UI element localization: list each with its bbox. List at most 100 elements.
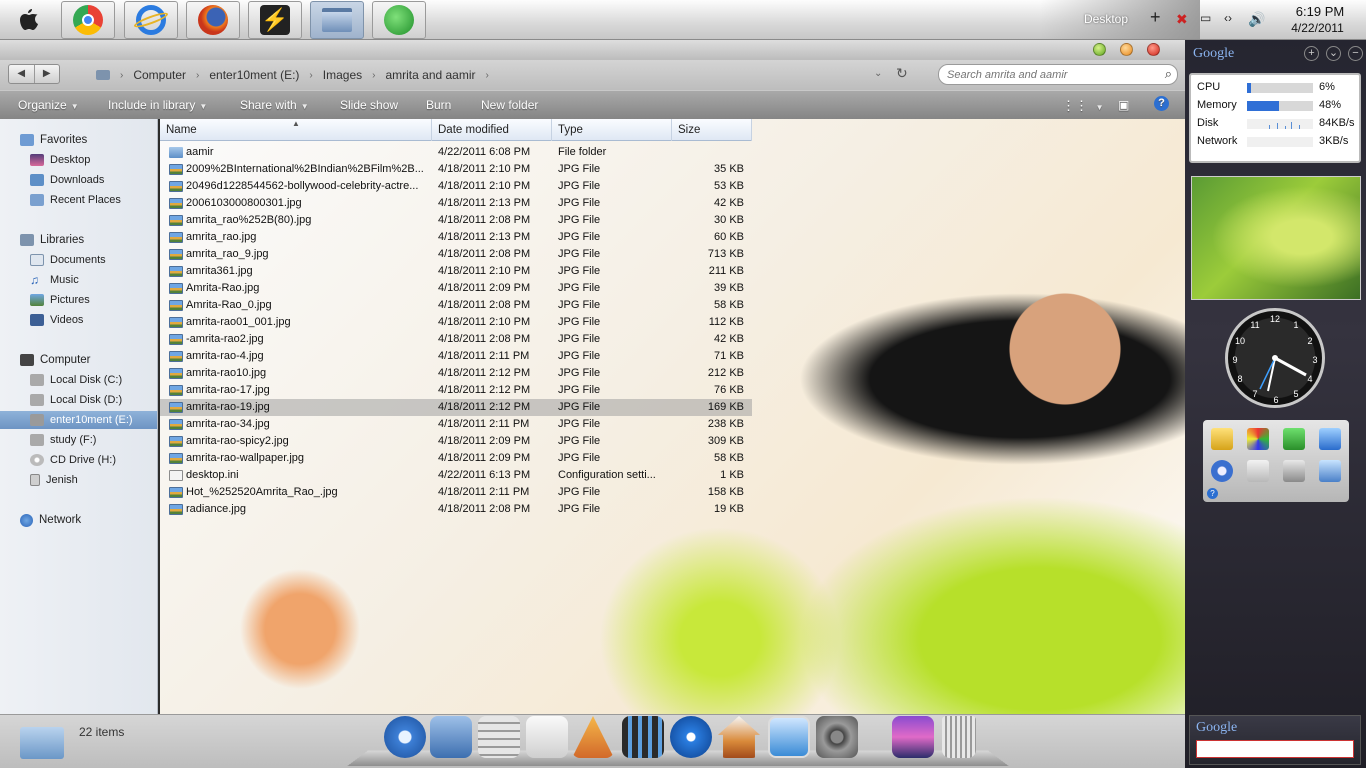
help-icon[interactable]: ? xyxy=(1207,488,1218,499)
nav-computer[interactable]: Computer xyxy=(0,351,157,369)
file-row[interactable]: amrita-rao-34.jpg 4/18/2011 2:11 PM JPG Fi… xyxy=(160,416,752,433)
trash-icon[interactable] xyxy=(942,716,976,758)
address-dropdown-icon[interactable]: ⌄ xyxy=(874,68,882,79)
column-header-date[interactable]: Date modified xyxy=(432,119,552,141)
document-icon[interactable] xyxy=(1247,460,1269,482)
clock-date[interactable]: 4/22/2011 xyxy=(1280,21,1355,35)
file-row[interactable]: amrita_rao_9.jpg 4/18/2011 2:08 PM JPG Fil… xyxy=(160,246,752,263)
breadcrumb-drive[interactable]: enter10ment (E:) xyxy=(209,68,299,82)
safari-icon[interactable] xyxy=(384,716,426,758)
media-player-icon[interactable] xyxy=(670,716,712,758)
nav-music[interactable]: ♫ Music xyxy=(0,271,157,289)
new-folder-button[interactable]: New folder xyxy=(481,98,538,112)
file-row[interactable]: Amrita-Rao_0.jpg 4/18/2011 2:08 PM JPG Fil… xyxy=(160,297,752,314)
file-row[interactable]: amrita_rao.jpg 4/18/2011 2:13 PM JPG File 6… xyxy=(160,229,752,246)
clock-gadget[interactable]: 12 1 2 3 4 5 6 7 8 9 10 11 xyxy=(1225,308,1325,408)
breadcrumb-computer[interactable]: Computer xyxy=(133,68,186,82)
file-row[interactable]: amrita-rao10.jpg 4/18/2011 2:12 PM JPG Fil… xyxy=(160,365,752,382)
paint-icon[interactable] xyxy=(1247,428,1269,450)
search-input[interactable] xyxy=(947,65,1147,84)
breadcrumb-separator[interactable]: › xyxy=(196,70,199,81)
chevron-down-icon[interactable]: ⌄ xyxy=(1326,46,1341,61)
file-row[interactable]: amrita361.jpg 4/18/2011 2:10 PM JPG File 21… xyxy=(160,263,752,280)
calculator-icon[interactable] xyxy=(478,716,520,758)
notes-icon[interactable] xyxy=(1211,428,1233,450)
code-icon[interactable]: ‹› xyxy=(1224,11,1232,25)
file-row[interactable]: -amrita-rao2.jpg 4/18/2011 2:08 PM JPG Fil… xyxy=(160,331,752,348)
preview-pane-icon[interactable]: ▣ xyxy=(1118,98,1129,112)
system-preferences-icon[interactable] xyxy=(816,716,858,758)
nav-downloads[interactable]: Downloads xyxy=(0,171,157,189)
breadcrumb-separator[interactable]: › xyxy=(309,70,312,81)
file-row[interactable]: amrita-rao-17.jpg 4/18/2011 2:12 PM JPG Fi… xyxy=(160,382,752,399)
file-row[interactable]: 2009%2BInternational%2BIndian%2BFilm%2B.… xyxy=(160,161,752,178)
include-in-library-menu[interactable]: Include in library ▼ xyxy=(108,98,207,112)
clock-time[interactable]: 6:19 PM xyxy=(1285,4,1355,19)
file-row[interactable]: amrita-rao01_001.jpg 4/18/2011 2:10 PM JPG… xyxy=(160,314,752,331)
nav-jenish[interactable]: Jenish xyxy=(0,471,157,489)
slide-show-button[interactable]: Slide show xyxy=(340,98,398,112)
add-icon[interactable]: + xyxy=(1150,7,1161,28)
network-status-icon[interactable]: ✖ xyxy=(1176,11,1188,28)
file-row[interactable]: amrita-rao-19.jpg 4/18/2011 2:12 PM JPG Fi… xyxy=(160,399,752,416)
winamp-taskbar-button[interactable]: ⚡ xyxy=(248,1,302,39)
apple-menu-button[interactable] xyxy=(2,1,56,39)
nav-local-disk-c[interactable]: Local Disk (C:) xyxy=(0,371,157,389)
file-row[interactable]: aamir 4/22/2011 6:08 PM File folder xyxy=(160,144,752,161)
display-settings-icon[interactable] xyxy=(1319,460,1341,482)
file-row[interactable]: amrita_rao%252B(80).jpg 4/18/2011 2:08 PM… xyxy=(160,212,752,229)
breadcrumb-separator[interactable]: › xyxy=(372,70,375,81)
textedit-icon[interactable] xyxy=(526,716,568,758)
help-icon[interactable]: ? xyxy=(1154,96,1169,111)
libraries-taskbar-button[interactable] xyxy=(310,1,364,39)
nav-network[interactable]: Network xyxy=(0,511,157,529)
share-with-menu[interactable]: Share with ▼ xyxy=(240,98,309,112)
file-row[interactable]: radiance.jpg 4/18/2011 2:08 PM JPG File 19 … xyxy=(160,501,752,518)
burn-button[interactable]: Burn xyxy=(426,98,451,112)
xcode-icon[interactable] xyxy=(572,716,614,758)
breadcrumb-separator[interactable]: › xyxy=(486,70,489,81)
forward-button[interactable]: ▶ xyxy=(33,65,60,83)
minimize-icon[interactable]: − xyxy=(1348,46,1363,61)
nav-recent-places[interactable]: Recent Places xyxy=(0,191,157,209)
nav-pictures[interactable]: Pictures xyxy=(0,291,157,309)
update-taskbar-button[interactable] xyxy=(372,1,426,39)
display-icon[interactable] xyxy=(768,716,810,758)
nav-videos[interactable]: Videos xyxy=(0,311,157,329)
breadcrumb-separator[interactable]: › xyxy=(120,70,123,81)
add-gadget-icon[interactable]: + xyxy=(1304,46,1319,61)
firefox-taskbar-button[interactable] xyxy=(186,1,240,39)
desktop-toolbar-label[interactable]: Desktop xyxy=(1084,12,1128,26)
nav-local-disk-d[interactable]: Local Disk (D:) xyxy=(0,391,157,409)
settings-gear-icon[interactable] xyxy=(1211,460,1233,482)
close-button[interactable] xyxy=(1147,43,1160,56)
search-icon[interactable]: ⌕ xyxy=(1165,66,1172,82)
nav-cd-drive-h[interactable]: CD Drive (H:) xyxy=(0,451,157,469)
maximize-button[interactable] xyxy=(1120,43,1133,56)
file-row[interactable]: 20496d1228544562-bollywood-celebrity-act… xyxy=(160,178,752,195)
back-button[interactable]: ◀ xyxy=(9,65,34,83)
file-row[interactable]: desktop.ini 4/22/2011 6:13 PM Configuratio… xyxy=(160,467,752,484)
column-header-size[interactable]: Size xyxy=(672,119,752,141)
file-row[interactable]: Hot_%252520Amrita_Rao_.jpg 4/18/2011 2:11… xyxy=(160,484,752,501)
view-options-icon[interactable]: ⋮⋮ ▼ xyxy=(1062,98,1104,114)
window-titlebar[interactable] xyxy=(0,40,1185,60)
nav-documents[interactable]: Documents xyxy=(0,251,157,269)
minimize-button[interactable] xyxy=(1093,43,1106,56)
chrome-taskbar-button[interactable] xyxy=(61,1,115,39)
film-icon[interactable] xyxy=(622,716,664,758)
network-share-icon[interactable] xyxy=(1283,428,1305,450)
nav-libraries[interactable]: Libraries xyxy=(0,231,157,249)
breadcrumb-current[interactable]: amrita and aamir xyxy=(385,68,475,82)
mail-icon[interactable] xyxy=(430,716,472,758)
nav-desktop[interactable]: Desktop xyxy=(0,151,157,169)
volume-icon[interactable]: 🔊 xyxy=(1248,11,1265,28)
ie-taskbar-button[interactable] xyxy=(124,1,178,39)
file-row[interactable]: 2006103000800301.jpg 4/18/2011 2:13 PM JPG… xyxy=(160,195,752,212)
breadcrumb-images[interactable]: Images xyxy=(323,68,362,82)
nav-enter10ment-e[interactable]: enter10ment (E:) xyxy=(0,411,157,429)
battery-icon[interactable]: ▭ xyxy=(1200,11,1211,25)
nav-favorites[interactable]: Favorites xyxy=(0,131,157,149)
file-row[interactable]: Amrita-Rao.jpg 4/18/2011 2:09 PM JPG File 3… xyxy=(160,280,752,297)
nav-study-f[interactable]: study (F:) xyxy=(0,431,157,449)
